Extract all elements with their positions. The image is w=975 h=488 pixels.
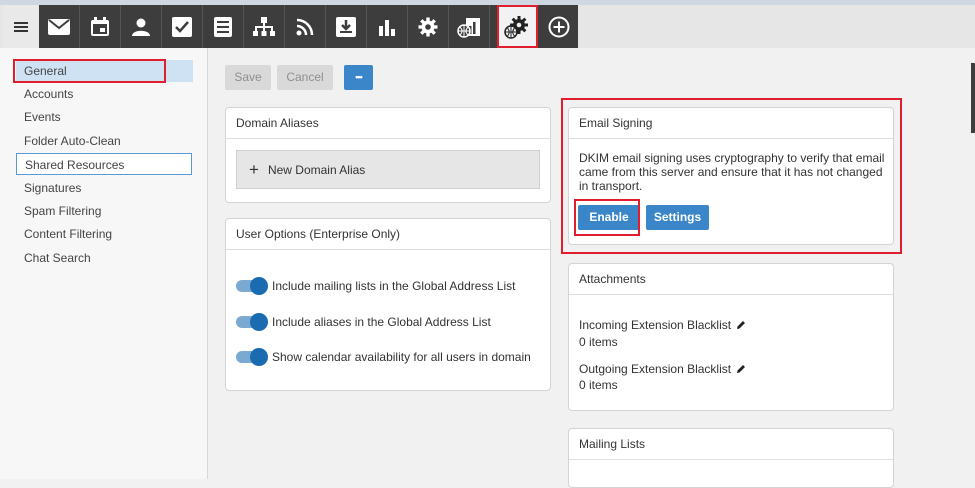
toggle-label: Show calendar availability for all users…: [272, 350, 531, 364]
new-domain-alias-label: New Domain Alias: [267, 162, 366, 177]
contacts-button[interactable]: [121, 5, 162, 48]
sidebar-item-label: Shared Resources: [25, 158, 125, 172]
sidebar-item-shared-resources[interactable]: Shared Resources: [16, 153, 192, 175]
domain-reports-icon: [457, 17, 480, 38]
calendar-availability-toggle[interactable]: [236, 348, 268, 366]
toggle-label: Include mailing lists in the Global Addr…: [272, 279, 516, 293]
sidebar-item-content-filtering[interactable]: Content Filtering: [16, 223, 192, 245]
sidebar-item-label: Signatures: [24, 181, 82, 195]
dkim-description: DKIM email signing uses cryptography to …: [579, 151, 885, 193]
rss-icon: [296, 18, 314, 35]
sidebar-item-signatures[interactable]: Signatures: [16, 177, 192, 199]
card-title: Email Signing: [569, 108, 893, 139]
domain-aliases-card: Domain Aliases + New Domain Alias: [225, 107, 551, 203]
toggle-knob: [250, 313, 268, 331]
mail-button[interactable]: [39, 5, 80, 48]
add-button[interactable]: [538, 5, 579, 48]
sidebar-item-label: Events: [24, 110, 61, 124]
card-title: User Options (Enterprise Only): [226, 219, 550, 250]
sidebar-item-accounts[interactable]: Accounts: [16, 83, 192, 105]
sidebar-item-chat-search[interactable]: Chat Search: [16, 247, 192, 269]
toggle-label: Include aliases in the Global Address Li…: [272, 315, 491, 329]
app-icon-bar: [39, 5, 578, 48]
rss-button[interactable]: [285, 5, 326, 48]
toggle-knob: [250, 348, 268, 366]
sidebar-item-events[interactable]: Events: [16, 106, 192, 128]
card-title: Domain Aliases: [226, 108, 550, 139]
mail-icon: [48, 18, 70, 35]
toggle-row: Include aliases in the Global Address Li…: [236, 312, 491, 332]
plus-icon: +: [249, 160, 259, 179]
menu-icon: [13, 21, 28, 32]
incoming-blacklist-link[interactable]: Incoming Extension Blacklist: [579, 318, 746, 332]
outgoing-blacklist-link[interactable]: Outgoing Extension Blacklist: [579, 362, 746, 376]
incoming-blacklist-label: Incoming Extension Blacklist: [579, 318, 732, 332]
sidebar-item-spam-filtering[interactable]: Spam Filtering: [16, 200, 192, 222]
user-options-card: User Options (Enterprise Only) Include m…: [225, 218, 551, 391]
dkim-settings-button[interactable]: Settings: [646, 205, 709, 230]
domain-settings-button[interactable]: [497, 5, 538, 48]
settings-button[interactable]: [408, 5, 449, 48]
settings-sidebar: General Accounts Events Folder Auto-Clea…: [0, 48, 208, 479]
attachments-card: Attachments Incoming Extension Blacklist…: [568, 263, 894, 411]
edit-pencil-icon: [737, 365, 746, 373]
toggle-knob: [250, 277, 268, 295]
calendar-icon: [91, 16, 109, 36]
org-chart-button[interactable]: [244, 5, 285, 48]
highlight-box: [13, 59, 166, 83]
menu-button[interactable]: [2, 5, 39, 48]
calendar-button[interactable]: [80, 5, 121, 48]
outgoing-blacklist-count: 0 items: [579, 378, 618, 392]
tasks-button[interactable]: [162, 5, 203, 48]
reports-icon: [379, 19, 395, 36]
aliases-gal-toggle[interactable]: [236, 313, 268, 331]
cancel-button[interactable]: Cancel: [277, 65, 333, 90]
sidebar-item-label: Chat Search: [24, 251, 91, 265]
card-title: Attachments: [569, 264, 893, 295]
toggle-row: Show calendar availability for all users…: [236, 347, 531, 367]
add-icon: [548, 16, 569, 37]
top-toolbar: [0, 0, 975, 48]
card-title: Mailing Lists: [569, 429, 893, 460]
save-button[interactable]: Save: [225, 65, 271, 90]
incoming-blacklist-count: 0 items: [579, 335, 618, 349]
highlight-box: [574, 199, 640, 236]
sidebar-item-label: Spam Filtering: [24, 204, 102, 218]
notes-icon: [214, 16, 232, 37]
sidebar-item-label: Content Filtering: [24, 227, 113, 241]
sidebar-item-general[interactable]: General: [13, 59, 193, 83]
sidebar-item-folder-auto-clean[interactable]: Folder Auto-Clean: [16, 130, 192, 152]
tasks-icon: [172, 16, 192, 37]
sidebar-item-label: Accounts: [24, 87, 74, 101]
contacts-icon: [132, 18, 150, 36]
mailing-lists-gal-toggle[interactable]: [236, 277, 268, 295]
notes-button[interactable]: [203, 5, 244, 48]
right-panel-edge: [971, 63, 975, 133]
mailing-lists-card: Mailing Lists: [568, 428, 894, 488]
sidebar-item-label: Folder Auto-Clean: [24, 134, 121, 148]
settings-icon: [418, 17, 438, 36]
new-domain-alias-button[interactable]: + New Domain Alias: [236, 150, 540, 189]
edit-pencil-icon: [737, 321, 746, 329]
toggle-row: Include mailing lists in the Global Addr…: [236, 276, 515, 296]
domain-reports-button[interactable]: [449, 5, 490, 48]
download-button[interactable]: [326, 5, 367, 48]
domain-settings-icon: [504, 15, 528, 39]
more-options-button[interactable]: •••: [344, 65, 373, 90]
reports-button[interactable]: [367, 5, 408, 48]
outgoing-blacklist-label: Outgoing Extension Blacklist: [579, 362, 732, 376]
org-chart-icon: [253, 16, 275, 36]
download-icon: [336, 16, 356, 37]
